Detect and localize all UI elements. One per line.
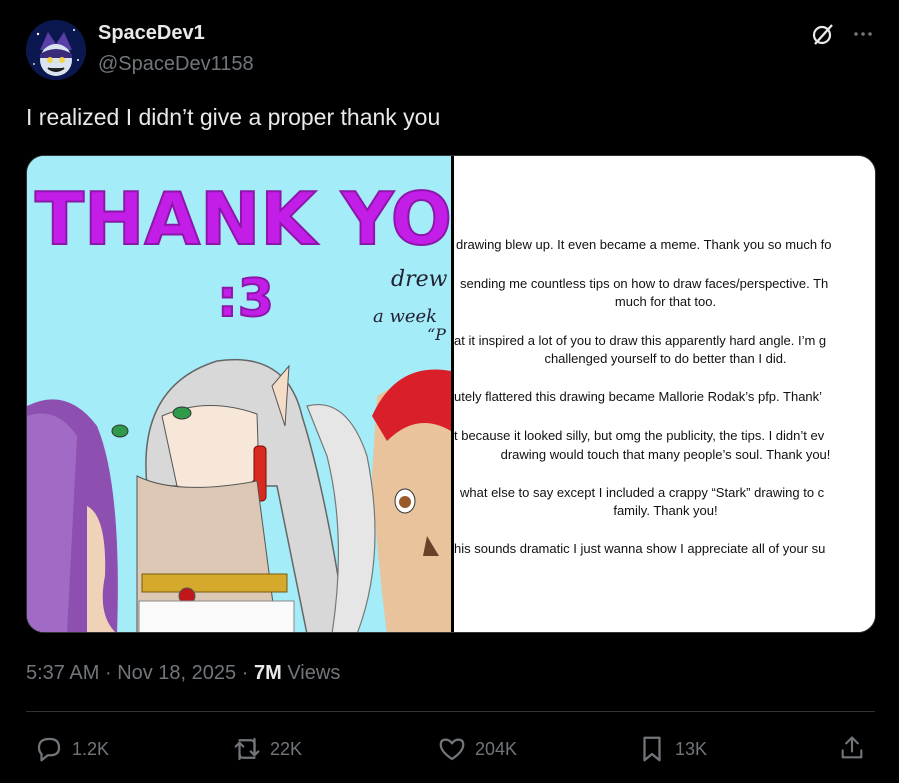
reply-button[interactable]: 1.2K xyxy=(34,734,109,764)
tweet-date[interactable]: Nov 18, 2025 xyxy=(117,662,236,684)
handwriting-week: a week xyxy=(373,306,437,327)
handwriting-p: “P xyxy=(427,325,446,344)
views-label: Views xyxy=(287,662,341,684)
bookmark-button[interactable]: 13K xyxy=(637,734,707,764)
note-line: his sounds dramatic I just wanna show I … xyxy=(454,541,826,556)
reply-count: 1.2K xyxy=(72,738,110,759)
meta-separator: · xyxy=(241,662,249,684)
note-line: sending me countless tips on how to draw… xyxy=(460,276,829,291)
meta-separator: · xyxy=(104,662,112,684)
handwriting-drew: drew xyxy=(391,267,448,292)
note-line: family. Thank you! xyxy=(613,503,718,518)
note-line: drawing blew up. It even became a meme. … xyxy=(456,237,832,252)
tweet-text: I realized I didn’t give a proper thank … xyxy=(26,104,441,130)
note-line: drawing would touch that many people’s s… xyxy=(500,447,831,462)
repost-button[interactable]: 22K xyxy=(232,734,302,764)
note-line: challenged yourself to do better than I … xyxy=(544,351,787,366)
like-count: 204K xyxy=(475,738,518,759)
author-handle[interactable]: @SpaceDev1158 xyxy=(98,53,254,76)
note-line: at it inspired a lot of you to draw this… xyxy=(454,333,827,348)
reply-icon xyxy=(37,737,61,762)
action-divider xyxy=(26,711,875,712)
tweet-media[interactable]: THANK YO :3 drew a week “P drawing blew … xyxy=(26,155,876,633)
like-button[interactable]: 204K xyxy=(437,734,517,764)
grok-icon[interactable] xyxy=(811,22,835,46)
note-line: much for that too. xyxy=(614,294,717,309)
share-button[interactable] xyxy=(838,734,866,762)
repost-icon xyxy=(234,737,260,761)
note-line: what else to say except I included a cra… xyxy=(460,485,825,500)
thank-you-heading: THANK YO xyxy=(35,177,451,261)
media-left-artwork[interactable]: THANK YO :3 drew a week “P xyxy=(27,156,451,632)
repost-count: 22K xyxy=(270,738,303,759)
more-options-icon[interactable] xyxy=(851,22,875,46)
bookmark-count: 13K xyxy=(675,738,708,759)
share-icon xyxy=(841,736,863,759)
note-line: utely flattered this drawing became Mall… xyxy=(454,389,823,404)
avatar-image xyxy=(26,20,86,80)
heart-icon xyxy=(439,738,465,761)
smiley-text: :3 xyxy=(217,269,274,329)
note-line: t because it looked silly, but omg the p… xyxy=(454,428,825,443)
author-display-name[interactable]: SpaceDev1 xyxy=(98,22,205,45)
views-count: 7M xyxy=(253,662,282,684)
avatar[interactable] xyxy=(26,20,86,80)
media-right-note[interactable]: drawing blew up. It even became a meme. … xyxy=(454,156,875,632)
artwork-image: THANK YO :3 drew a week “P xyxy=(27,156,451,632)
tweet-time[interactable]: 5:37 AM xyxy=(26,662,99,684)
tweet-meta: 5:37 AM · Nov 18, 2025 · 7M Views xyxy=(26,662,340,685)
bookmark-icon xyxy=(643,736,661,762)
